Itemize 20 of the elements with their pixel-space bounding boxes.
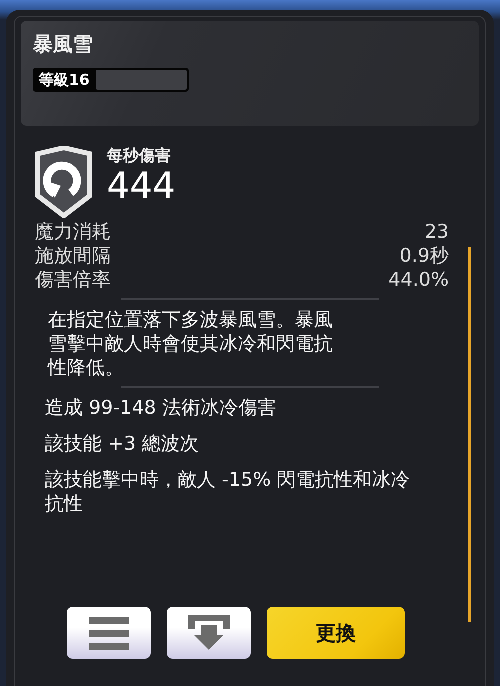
stat-value: 0.9秒 bbox=[400, 244, 449, 268]
modifier-text: 該技能 +3 總波次 bbox=[45, 432, 200, 456]
stat-label: 施放間隔 bbox=[35, 244, 111, 268]
stat-label: 傷害倍率 bbox=[35, 268, 111, 292]
menu-icon bbox=[89, 615, 129, 651]
skill-name: 暴風雪 bbox=[33, 31, 94, 58]
unequip-button[interactable] bbox=[167, 607, 251, 659]
stat-value: 44.0% bbox=[388, 268, 449, 292]
dps-value: 444 bbox=[107, 167, 176, 207]
skill-description: 在指定位置落下多波暴風雪。暴風雪擊中敵人時會使其冰冷和閃電抗性降低。 bbox=[46, 308, 334, 380]
stat-label: 魔力消耗 bbox=[35, 220, 111, 244]
modifier-text: 造成 99-148 法術冰冷傷害 bbox=[45, 396, 278, 420]
stat-value: 23 bbox=[424, 220, 449, 244]
dps-label: 每秒傷害 bbox=[107, 146, 172, 167]
menu-button[interactable] bbox=[67, 607, 151, 659]
replace-button[interactable]: 更換 bbox=[267, 607, 405, 659]
modifier-text: 該技能擊中時，敵人 -15% 閃電抗性和冰冷抗性 bbox=[45, 468, 412, 516]
level-label: 等級16 bbox=[38, 70, 91, 90]
shield-icon bbox=[35, 146, 93, 218]
down-arrow-tray-icon bbox=[188, 615, 230, 651]
